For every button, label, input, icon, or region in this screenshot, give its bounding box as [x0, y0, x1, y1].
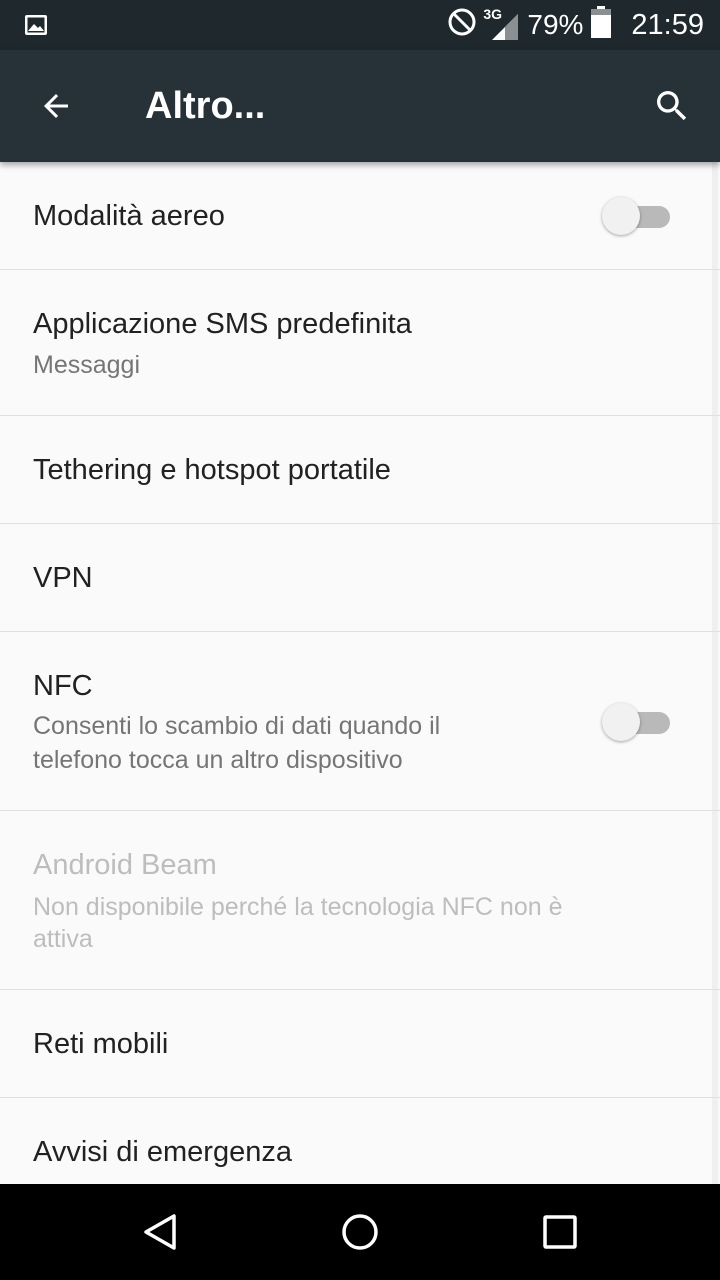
setting-summary: Consenti lo scambio di dati quando il — [33, 712, 441, 740]
app-bar: Altro... — [0, 50, 720, 162]
battery-percent: 79% — [527, 9, 584, 40]
status-icons: 3G 79% 21:59 — [447, 0, 704, 50]
settings-list[interactable]: Modalità aereo Applicazione SMS predefin… — [0, 162, 720, 1184]
search-button[interactable] — [644, 78, 700, 134]
nav-recents-button[interactable] — [532, 1204, 588, 1260]
setting-summary: Non disponibile perché la tecnologia NFC… — [33, 893, 563, 921]
setting-title: NFC — [33, 670, 93, 702]
navigation-bar — [0, 1184, 720, 1280]
arrow-back-icon — [44, 94, 68, 118]
back-button[interactable] — [28, 78, 84, 134]
network-type-label: 3G — [483, 6, 503, 22]
nav-home-button[interactable] — [332, 1204, 388, 1260]
setting-android-beam: Android Beam Non disponibile perché la t… — [0, 811, 720, 990]
setting-title: Android Beam — [33, 849, 217, 881]
square-recents-icon — [543, 1215, 577, 1249]
status-bar: 3G 79% 21:59 — [0, 0, 720, 50]
setting-nfc[interactable]: NFC Consenti lo scambio di dati quando i… — [0, 632, 720, 811]
setting-title: Reti mobili — [33, 1028, 169, 1060]
nav-back-button[interactable] — [132, 1204, 188, 1260]
setting-summary: telefono tocca un altro dispositivo — [33, 746, 403, 774]
setting-summary: Messaggi — [33, 351, 140, 379]
setting-title: Modalità aereo — [33, 200, 225, 232]
setting-emergency-alerts[interactable]: Avvisi di emergenza — [0, 1098, 720, 1184]
page-title: Altro... — [145, 85, 266, 127]
setting-title: Avvisi di emergenza — [33, 1136, 292, 1168]
do-not-disturb-icon — [447, 7, 477, 44]
battery-icon — [591, 5, 612, 45]
setting-tethering[interactable]: Tethering e hotspot portatile — [0, 416, 720, 524]
clock: 21:59 — [631, 8, 704, 41]
circle-home-icon — [342, 1214, 378, 1250]
signal-3g-icon: 3G — [483, 6, 519, 42]
image-notification-icon — [24, 13, 48, 37]
setting-mobile-networks[interactable]: Reti mobili — [0, 990, 720, 1098]
airplane-mode-switch[interactable] — [602, 196, 670, 236]
setting-summary: attiva — [33, 925, 93, 953]
setting-title: VPN — [33, 562, 93, 594]
setting-title: Tethering e hotspot portatile — [33, 454, 391, 486]
search-icon — [657, 91, 687, 121]
nfc-switch[interactable] — [602, 702, 670, 742]
setting-default-sms[interactable]: Applicazione SMS predefinita Messaggi — [0, 270, 720, 416]
setting-vpn[interactable]: VPN — [0, 524, 720, 632]
setting-airplane-mode[interactable]: Modalità aereo — [0, 162, 720, 270]
triangle-back-icon — [144, 1214, 176, 1250]
setting-title: Applicazione SMS predefinita — [33, 308, 412, 340]
